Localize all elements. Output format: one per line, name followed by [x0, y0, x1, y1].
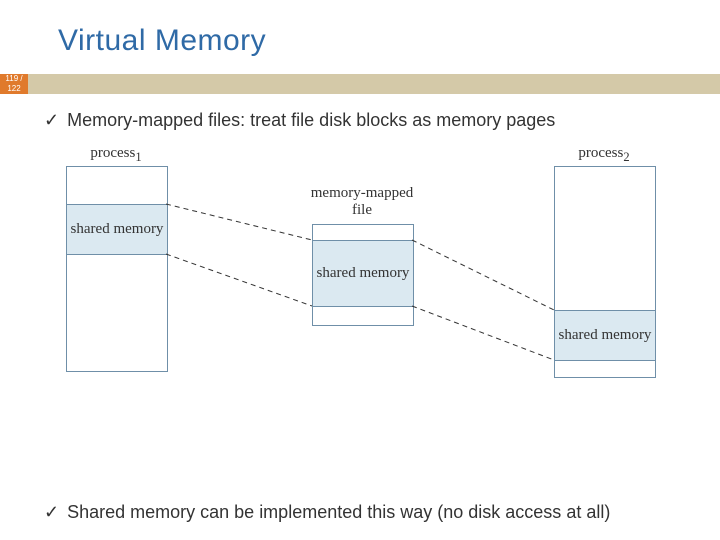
check-icon: ✓ [44, 110, 59, 130]
mapping-lines [30, 145, 670, 475]
page-number-tab: 119 / 122 [0, 74, 28, 94]
bullet-2: ✓ Shared memory can be implemented this w… [44, 502, 704, 523]
slide: Virtual Memory 119 / 122 ✓ Memory-mapped … [0, 0, 720, 540]
diagram: process1 memory-mapped file process2 sha… [30, 145, 670, 475]
bullet-1-text: Memory-mapped files: treat file disk blo… [67, 110, 555, 130]
page-title: Virtual Memory [58, 24, 266, 58]
check-icon: ✓ [44, 502, 59, 522]
bullet-2-text: Shared memory can be implemented this wa… [67, 502, 610, 522]
bullet-1: ✓ Memory-mapped files: treat file disk bl… [44, 110, 555, 131]
ribbon [0, 74, 720, 94]
